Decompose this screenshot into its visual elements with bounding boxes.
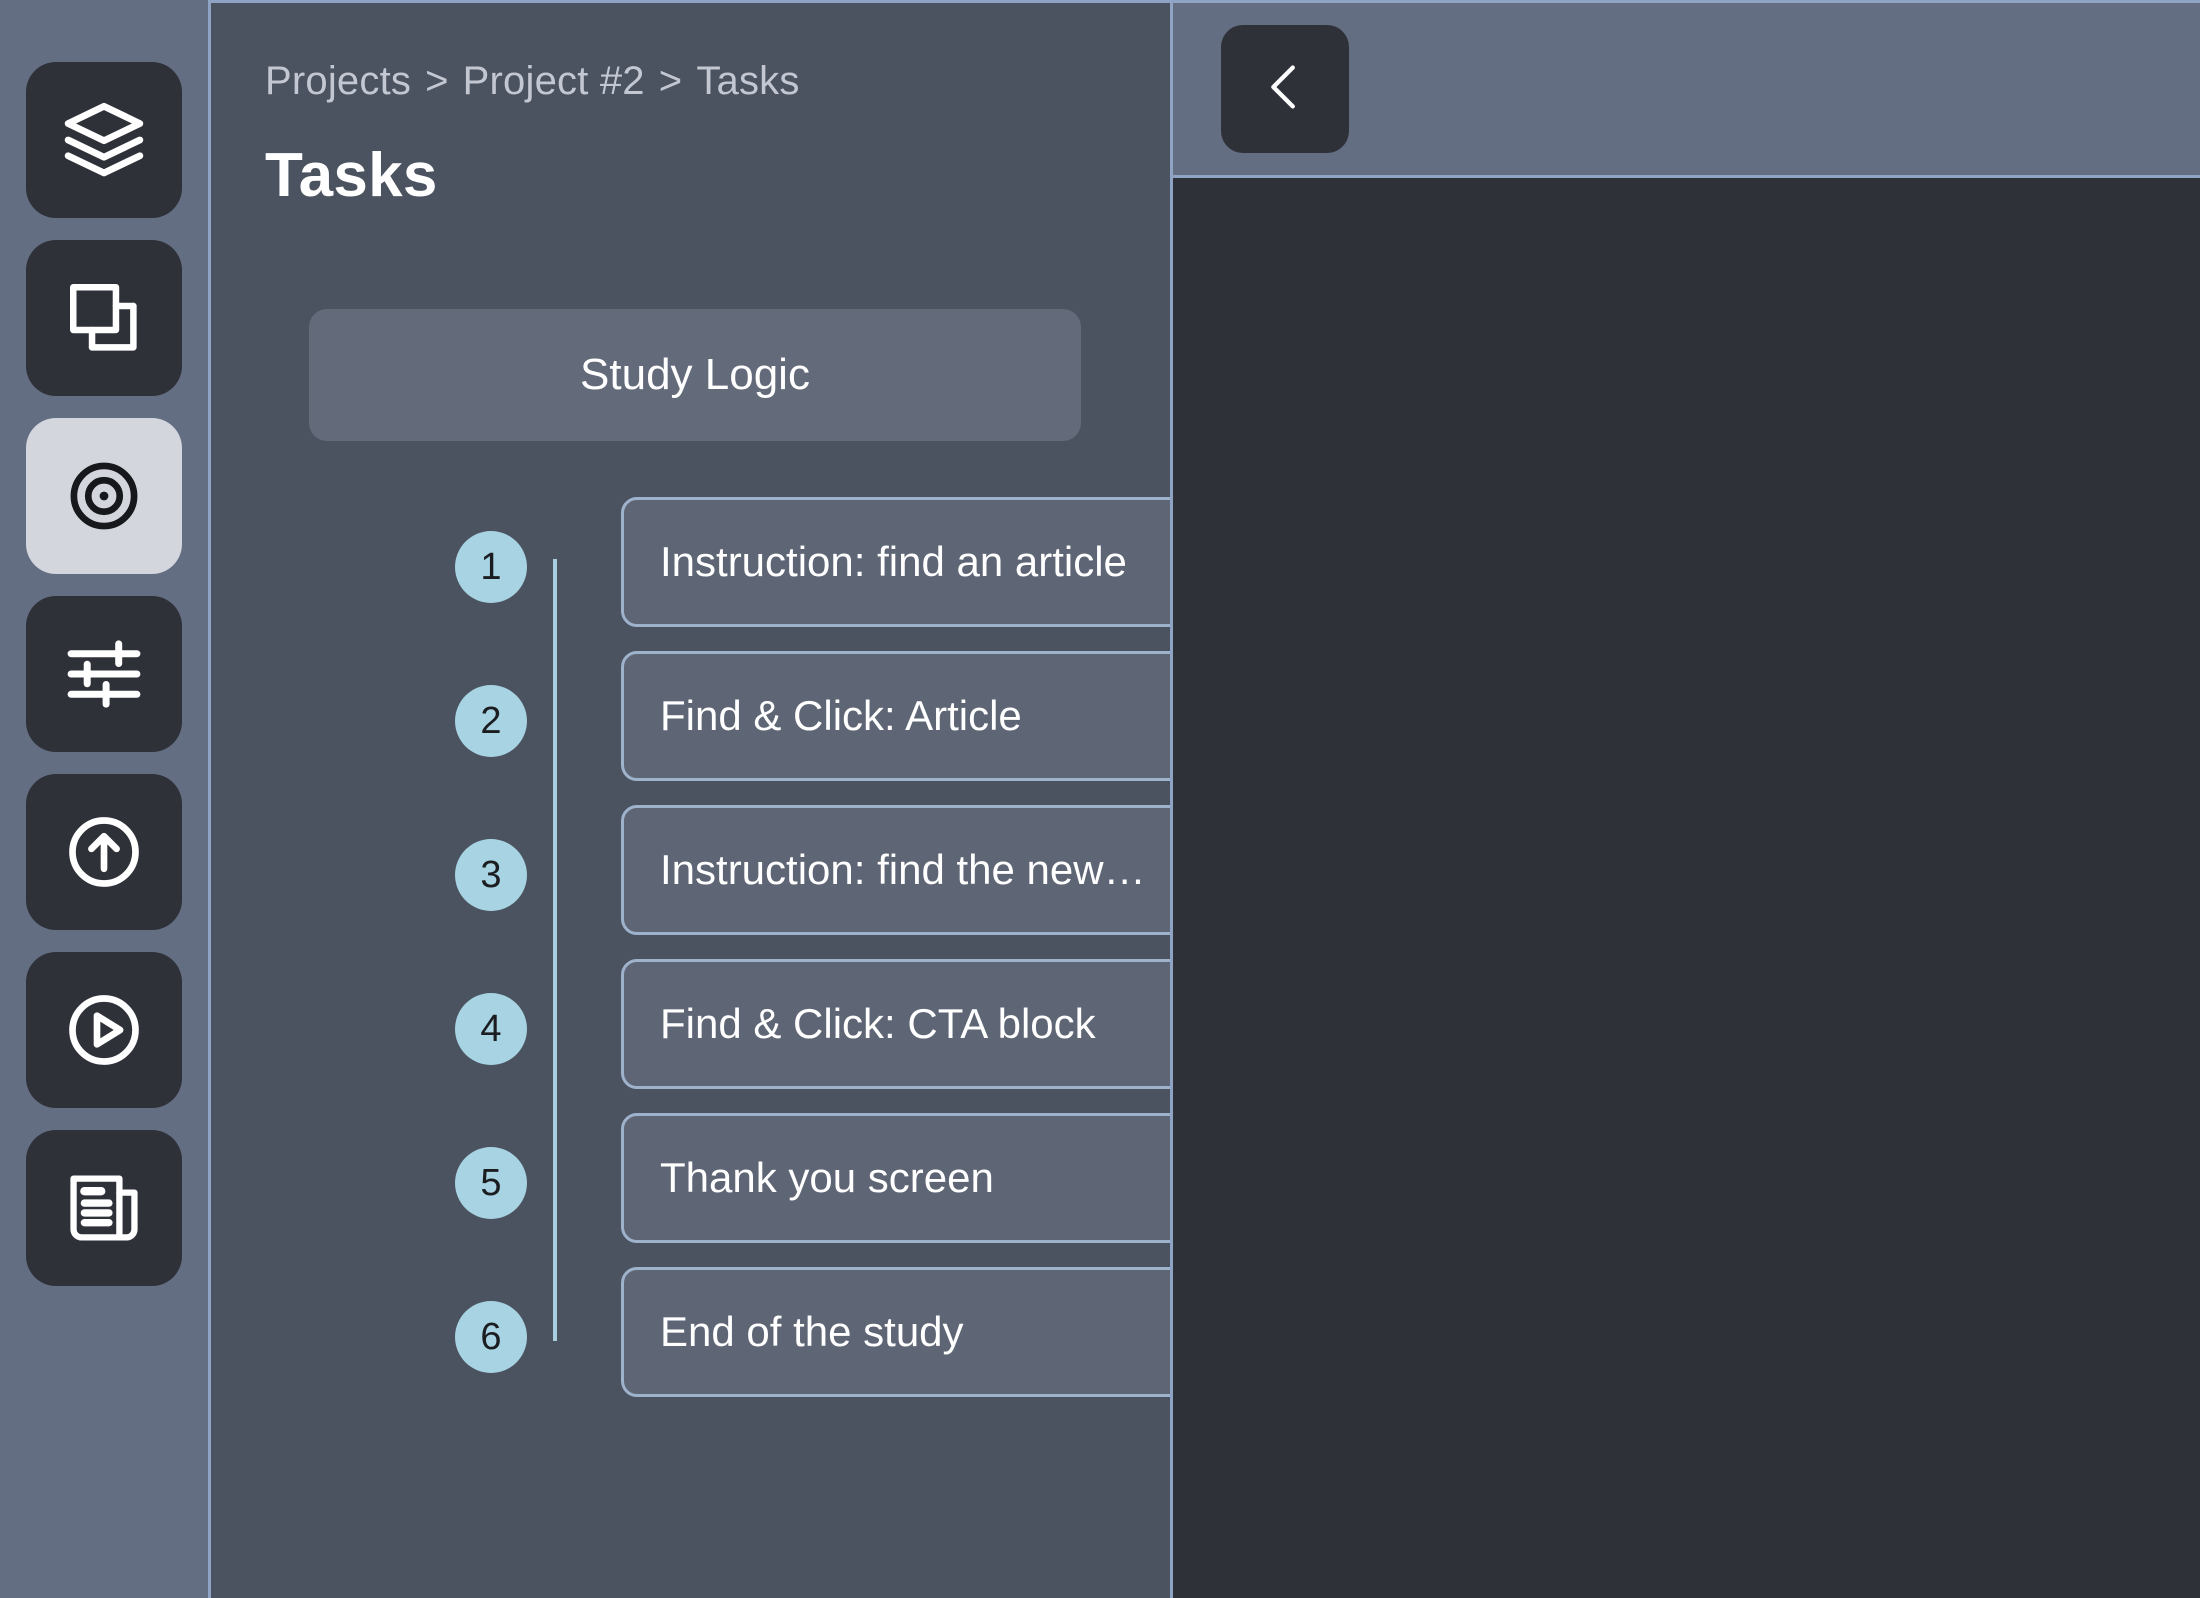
task-card[interactable]: Find & Click: CTA block [621, 959, 1170, 1089]
sidebar-item-layers[interactable] [26, 62, 182, 218]
task-number-badge[interactable]: 4 [455, 993, 527, 1065]
breadcrumb: Projects > Project #2 > Tasks [265, 59, 1170, 104]
task-row: 6 End of the study [455, 1267, 1170, 1421]
task-card-label: End of the study [660, 1308, 964, 1355]
task-card[interactable]: Instruction: find the new… [621, 805, 1170, 935]
preview-toolbar [1173, 3, 2200, 178]
task-card-label: Thank you screen [660, 1154, 994, 1201]
task-row: 4 Find & Click: CTA block [455, 959, 1170, 1113]
task-card[interactable]: End of the study [621, 1267, 1170, 1397]
breadcrumb-item-projects[interactable]: Projects [265, 59, 411, 103]
task-card-label: Find & Click: Article [660, 692, 1022, 739]
breadcrumb-item-tasks[interactable]: Tasks [696, 59, 799, 103]
sidebar-item-preview[interactable] [26, 952, 182, 1108]
task-row: 3 Instruction: find the new… [455, 805, 1170, 959]
chevron-left-icon [1254, 56, 1316, 123]
task-card[interactable]: Find & Click: Article [621, 651, 1170, 781]
arrow-up-circle-icon [62, 810, 146, 894]
sidebar-item-publish[interactable] [26, 774, 182, 930]
layers-icon [61, 97, 147, 183]
study-logic-label: Study Logic [580, 350, 810, 399]
task-row: 1 Instruction: find an article [455, 497, 1170, 651]
task-card[interactable]: Thank you screen [621, 1113, 1170, 1243]
target-icon [62, 454, 146, 538]
left-icon-rail [0, 0, 208, 1598]
breadcrumb-separator: > [658, 59, 683, 103]
preview-canvas[interactable] [1173, 178, 2200, 1598]
task-number-badge[interactable]: 1 [455, 531, 527, 603]
sidebar-item-report[interactable] [26, 1130, 182, 1286]
tasks-panel: Projects > Project #2 > Tasks Tasks Study Lo… [208, 0, 1170, 1598]
breadcrumb-item-project[interactable]: Project #2 [463, 59, 645, 103]
app-root: Projects > Project #2 > Tasks Tasks Study Lo… [0, 0, 2200, 1598]
sliders-icon [62, 632, 146, 716]
sidebar-item-settings[interactable] [26, 596, 182, 752]
task-card-label: Instruction: find the new… [660, 846, 1146, 893]
study-logic-button[interactable]: Study Logic [309, 309, 1081, 441]
sidebar-item-tasks[interactable] [26, 418, 182, 574]
breadcrumb-separator: > [425, 59, 449, 103]
preview-panel [1170, 0, 2200, 1598]
page-title: Tasks [265, 141, 438, 210]
play-circle-icon [62, 988, 146, 1072]
task-number-badge[interactable]: 5 [455, 1147, 527, 1219]
back-button[interactable] [1221, 25, 1349, 153]
task-list: 1 Instruction: find an article 2 Find & … [211, 497, 1170, 1421]
task-card-label: Find & Click: CTA block [660, 1000, 1096, 1047]
task-card-label: Instruction: find an article [660, 538, 1127, 585]
copy-pages-icon [63, 277, 145, 359]
task-number-badge[interactable]: 3 [455, 839, 527, 911]
task-number-badge[interactable]: 6 [455, 1301, 527, 1373]
task-row: 5 Thank you screen [455, 1113, 1170, 1267]
sidebar-item-pages[interactable] [26, 240, 182, 396]
article-icon [62, 1166, 146, 1250]
task-number-badge[interactable]: 2 [455, 685, 527, 757]
task-card[interactable]: Instruction: find an article [621, 497, 1170, 627]
task-row: 2 Find & Click: Article [455, 651, 1170, 805]
